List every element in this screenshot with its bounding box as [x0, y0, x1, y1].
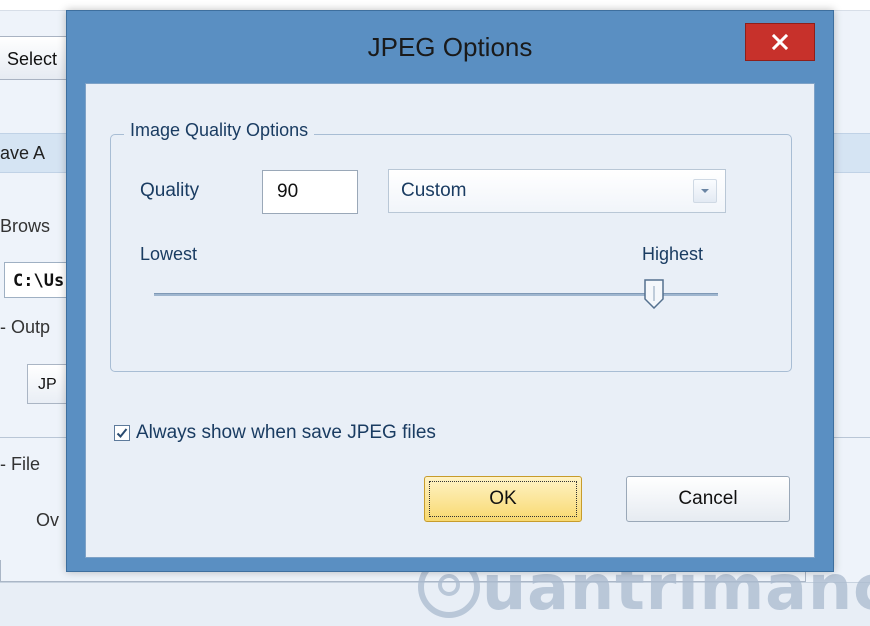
quality-preset-dropdown[interactable]: Custom [388, 169, 726, 213]
save-as-label: ave A [0, 143, 46, 163]
close-button[interactable] [745, 23, 815, 61]
ok-button[interactable]: OK [424, 476, 582, 522]
always-show-label: Always show when save JPEG files [136, 422, 436, 443]
dialog-client-area: Image Quality Options Quality Custom Low… [85, 83, 815, 558]
slider-track [154, 293, 718, 296]
highest-label: Highest [642, 244, 704, 264]
chevron-down-icon[interactable] [693, 179, 717, 203]
dialog-title: JPEG Options [367, 32, 533, 62]
focus-ring [429, 481, 577, 517]
cancel-button[interactable]: Cancel [626, 476, 790, 522]
checkmark-icon [116, 428, 128, 438]
lowest-label: Lowest [140, 244, 198, 264]
jpeg-options-dialog: JPEG Options Image Quality Options Quali… [66, 10, 834, 572]
slider-thumb[interactable] [644, 279, 664, 310]
always-show-checkbox[interactable] [114, 425, 130, 441]
quality-input[interactable] [262, 170, 358, 214]
output-group-label: - Outp [0, 317, 51, 337]
overwrite-label: Ov [36, 510, 60, 530]
cancel-label: Cancel [678, 488, 738, 509]
group-legend: Image Quality Options [124, 120, 315, 141]
quality-label: Quality [140, 180, 200, 201]
preset-value: Custom [401, 180, 467, 201]
always-show-checkbox-row[interactable]: Always show when save JPEG files [114, 422, 436, 444]
quality-slider[interactable] [154, 279, 718, 310]
file-group-label: - File [0, 454, 40, 474]
close-icon [771, 33, 789, 51]
browse-label: Brows [0, 216, 51, 236]
